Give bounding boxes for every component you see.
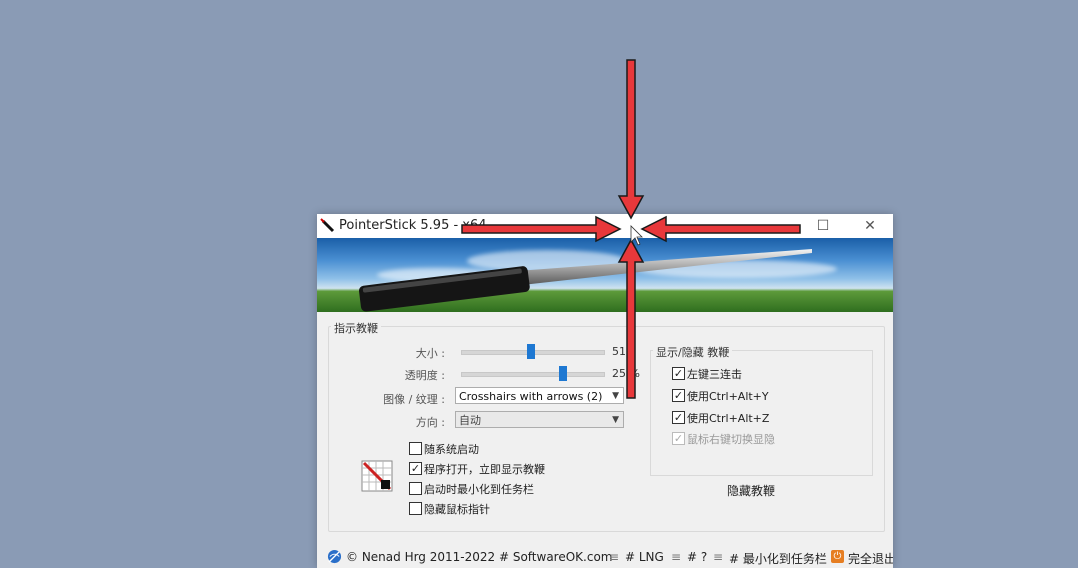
chevron-down-icon: ▼ (612, 391, 619, 401)
opacity-slider-thumb[interactable] (559, 366, 568, 381)
banner-image (317, 238, 893, 312)
triple-click-label: 左键三连击 (687, 368, 742, 381)
right-click-toggle-label: 鼠标右键切换显隐 (687, 433, 775, 446)
direction-select[interactable]: 自动 ▼ (455, 411, 624, 428)
exit-link[interactable]: 完全退出 (848, 550, 893, 567)
hide-cursor-checkbox[interactable] (409, 502, 422, 515)
opacity-value: 25 % (612, 367, 640, 380)
help-link[interactable]: # ? (687, 550, 707, 564)
image-texture-label: 图像 / 纹理 : (383, 393, 445, 406)
copyright-link[interactable]: © Nenad Hrg 2011-2022 # SoftwareOK.com (346, 550, 613, 564)
size-value: 512 (612, 345, 633, 358)
status-bar: © Nenad Hrg 2011-2022 # SoftwareOK.com ≡… (317, 546, 893, 568)
window-title: PointerStick 5.95 - x64 (339, 218, 487, 233)
chevron-down-icon: ▼ (612, 415, 619, 425)
opacity-label: 透明度 : (404, 369, 445, 382)
menu-icon: ≡ (609, 550, 620, 564)
hide-pointer-button[interactable]: 隐藏教鞭 (727, 482, 775, 499)
hide-cursor-label: 隐藏鼠标指针 (424, 503, 490, 516)
ctrl-alt-z-label: 使用Ctrl+Alt+Z (687, 412, 770, 425)
direction-label: 方向 : (415, 416, 445, 429)
menu-icon: ≡ (671, 550, 682, 564)
image-texture-value: Crosshairs with arrows (2) (459, 390, 603, 403)
app-window: PointerStick 5.95 - x64 ☐ ✕ 指示教鞭 大小 : 51… (317, 214, 893, 568)
show-on-open-label: 程序打开，立即显示教鞭 (424, 463, 545, 476)
triple-click-checkbox[interactable]: ✓ (672, 367, 685, 380)
minimize-tray-link[interactable]: # 最小化到任务栏 (729, 550, 827, 567)
autostart-checkbox[interactable] (409, 442, 422, 455)
language-link[interactable]: # LNG (625, 550, 664, 564)
close-button[interactable]: ✕ (847, 214, 893, 238)
maximize-button[interactable]: ☐ (800, 214, 846, 238)
ctrl-alt-y-label: 使用Ctrl+Alt+Y (687, 390, 769, 403)
direction-value: 自动 (459, 414, 481, 427)
show-hide-legend: 显示/隐藏 教鞭 (653, 344, 733, 360)
minimize-on-start-checkbox[interactable] (409, 482, 422, 495)
size-label: 大小 : (415, 347, 445, 360)
right-click-toggle-checkbox[interactable]: ✓ (672, 432, 685, 445)
show-on-open-checkbox[interactable]: ✓ (409, 462, 422, 475)
autostart-label: 随系统启动 (424, 443, 479, 456)
menu-icon: ≡ (713, 550, 724, 564)
minimize-on-start-label: 启动时最小化到任务栏 (424, 483, 534, 496)
image-texture-select[interactable]: Crosshairs with arrows (2) ▼ (455, 387, 624, 404)
pointer-stick-graphic (358, 249, 812, 312)
power-icon: ⏻ (831, 550, 844, 563)
title-bar[interactable]: PointerStick 5.95 - x64 ☐ ✕ (317, 214, 893, 238)
grid-image-icon (361, 460, 393, 492)
globe-icon (327, 549, 342, 564)
size-slider-thumb[interactable] (526, 344, 535, 359)
opacity-slider[interactable] (461, 372, 605, 377)
pointer-stick-icon (320, 218, 336, 234)
pointer-settings-legend: 指示教鞭 (331, 320, 381, 336)
ctrl-alt-z-checkbox[interactable]: ✓ (672, 411, 685, 424)
ctrl-alt-y-checkbox[interactable]: ✓ (672, 389, 685, 402)
